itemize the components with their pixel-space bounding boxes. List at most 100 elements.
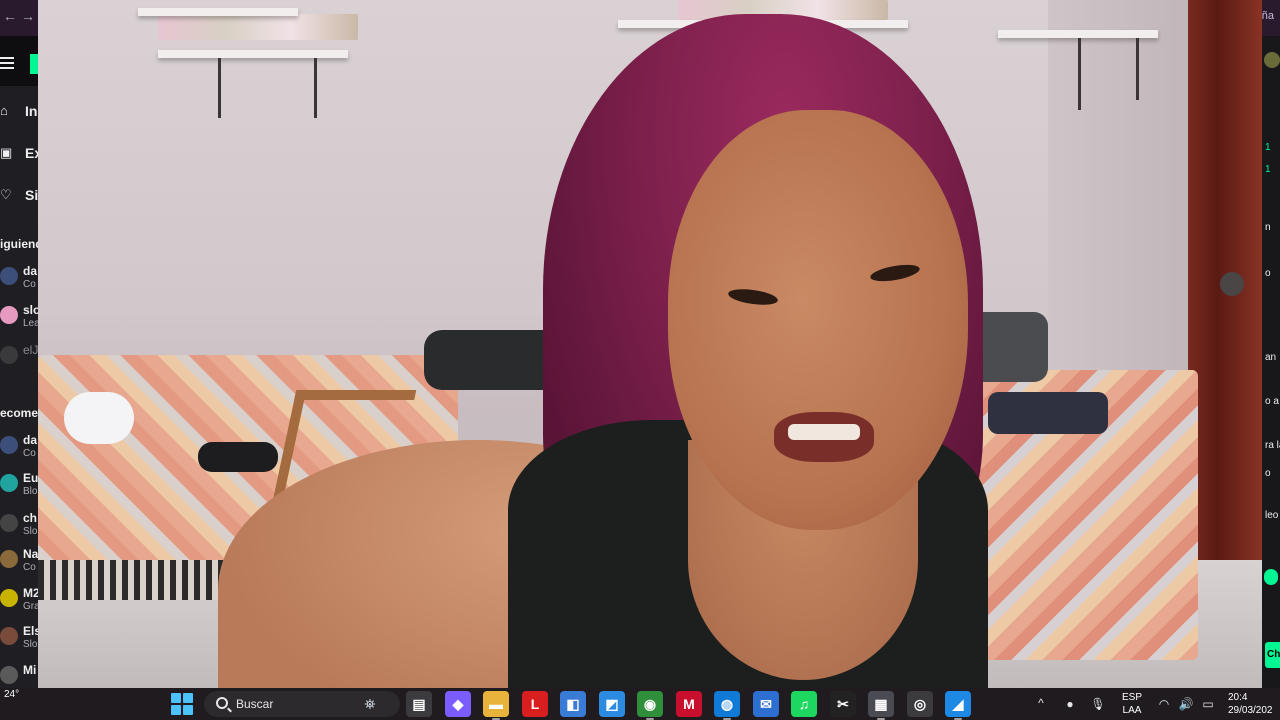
avatar bbox=[0, 666, 18, 684]
wall-shelf bbox=[138, 8, 298, 16]
avatar bbox=[1264, 52, 1280, 68]
channel-category: Co bbox=[23, 448, 36, 459]
person-face bbox=[668, 110, 968, 530]
channel-category: Slo bbox=[23, 639, 38, 650]
channel-name: Na bbox=[23, 547, 39, 561]
chevron-up-icon[interactable]: ^ bbox=[1034, 696, 1048, 710]
browse-icon: ▣ bbox=[0, 145, 13, 160]
avatar bbox=[0, 346, 18, 364]
volume-icon[interactable]: 🔊 bbox=[1178, 696, 1194, 712]
tab-title-fragment[interactable]: ña bbox=[1262, 10, 1274, 22]
chat-message-fragment: n bbox=[1265, 222, 1271, 233]
channel-item[interactable]: Mi bbox=[0, 662, 40, 688]
spotify-icon[interactable]: ♫ bbox=[791, 691, 817, 717]
heart-icon: ♡ bbox=[0, 187, 12, 202]
language-indicator[interactable]: ESP LAA bbox=[1118, 688, 1146, 720]
lexer-red-icon[interactable]: L bbox=[522, 691, 548, 717]
shelf-decor bbox=[158, 14, 358, 40]
channel-item[interactable]: ch Slo bbox=[0, 510, 40, 540]
system-clock[interactable]: 20:4 29/03/202 bbox=[1228, 688, 1280, 720]
channel-category: Blo bbox=[23, 486, 38, 497]
channel-name: elJ bbox=[23, 343, 39, 357]
white-cloth bbox=[64, 392, 134, 444]
taskbar-search[interactable]: Buscar ⛯ bbox=[204, 691, 400, 717]
menu-icon[interactable] bbox=[0, 57, 14, 71]
avatar bbox=[0, 306, 18, 324]
channel-item[interactable]: Na Co bbox=[0, 546, 40, 576]
mcafee-icon[interactable]: M bbox=[676, 691, 702, 717]
windows-taskbar: 24° Buscar ⛯ ▤ ◆ ▬ L ◧ ◩ ◉ M ◍ ✉ ♫ ✂ ▦ ◎ ◢ ^ ● 🎙 ◠ 🔊 ▭ ESP… bbox=[0, 688, 1280, 720]
start-button[interactable] bbox=[171, 693, 193, 715]
search-placeholder: Buscar bbox=[236, 697, 274, 711]
obs-icon[interactable]: ◎ bbox=[907, 691, 933, 717]
wall-shelf bbox=[998, 30, 1158, 38]
sidebar-item-home[interactable]: ⌂ In bbox=[0, 97, 40, 127]
bag-strap bbox=[988, 392, 1108, 434]
shelf-bracket bbox=[314, 58, 317, 118]
recommended-section-title: ecomen bbox=[0, 406, 40, 420]
task-view-icon[interactable]: ▤ bbox=[406, 691, 432, 717]
file-explorer-icon[interactable]: ▬ bbox=[483, 691, 509, 720]
channel-item[interactable]: slo Lea bbox=[0, 302, 40, 332]
sidebar-item-following[interactable]: ♡ Si bbox=[0, 181, 40, 211]
photo-editor-icon[interactable]: ◩ bbox=[599, 691, 625, 717]
copilot-icon[interactable]: ◆ bbox=[445, 691, 471, 717]
shelf-bracket bbox=[1136, 38, 1139, 100]
channel-category: Slo bbox=[23, 526, 38, 537]
webcam-video bbox=[38, 0, 1262, 688]
capcut-icon[interactable]: ✂ bbox=[830, 691, 856, 717]
sidebar-item-browse[interactable]: ▣ Ex bbox=[0, 139, 40, 169]
channel-name: ch bbox=[23, 511, 38, 525]
avatar bbox=[0, 267, 18, 285]
chat-message-fragment: o bbox=[1265, 268, 1271, 279]
black-object bbox=[198, 442, 278, 472]
chrome-icon[interactable]: ◉ bbox=[637, 691, 663, 720]
screenshot-icon[interactable]: ◢ bbox=[945, 691, 971, 720]
chat-send-button[interactable]: Ch bbox=[1265, 642, 1280, 668]
microphone-icon[interactable]: 🎙 bbox=[1090, 696, 1106, 712]
back-arrow-icon[interactable]: ← bbox=[2, 8, 18, 24]
channel-item[interactable]: M2 Gra bbox=[0, 585, 40, 615]
chat-message-fragment: o bbox=[1265, 468, 1271, 479]
clock-time: 20:4 bbox=[1228, 692, 1248, 703]
sidebar-item-label: In bbox=[25, 103, 38, 119]
avatar bbox=[0, 550, 18, 568]
channel-item[interactable]: Els Slo bbox=[0, 623, 40, 653]
chat-message-fragment: o a bbox=[1265, 396, 1279, 407]
home-icon: ⌂ bbox=[0, 103, 8, 118]
weather-widget[interactable]: 24° bbox=[4, 688, 28, 720]
channel-item[interactable]: da Co bbox=[0, 263, 40, 293]
chat-message-fragment: leo bbox=[1265, 510, 1279, 521]
edge-icon[interactable]: ◍ bbox=[714, 691, 740, 720]
keyboard-layout: LAA bbox=[1122, 705, 1142, 716]
channel-category: Co bbox=[23, 562, 36, 573]
chat-message-fragment: ra la bbox=[1265, 440, 1280, 451]
windows-logo-icon bbox=[171, 693, 181, 703]
shelf-bracket bbox=[218, 58, 221, 118]
door-knob bbox=[1220, 272, 1244, 296]
store-icon[interactable]: ◧ bbox=[560, 691, 586, 717]
chat-message-fragment: 1 bbox=[1265, 142, 1271, 153]
mail-icon[interactable]: ✉ bbox=[753, 691, 779, 717]
battery-icon[interactable]: ▭ bbox=[1200, 696, 1216, 712]
channel-category: Co bbox=[23, 279, 36, 290]
wifi-icon[interactable]: ◠ bbox=[1156, 696, 1172, 712]
twitch-logo-icon[interactable] bbox=[30, 54, 38, 74]
left-sidebar: ⌂ In ▣ Ex ♡ Si iguiendo da Co slo Lea el… bbox=[0, 86, 40, 688]
chat-panel: 1 1 n o an o a ra la o leo Ch bbox=[1262, 36, 1280, 688]
channel-name: Mi bbox=[23, 663, 37, 677]
channel-item[interactable]: da Co bbox=[0, 432, 40, 462]
stream-tool-icon[interactable]: ▦ bbox=[868, 691, 894, 720]
channel-name: da bbox=[23, 433, 38, 447]
app-tray-icon[interactable]: ● bbox=[1062, 696, 1078, 712]
search-icon bbox=[216, 697, 228, 709]
forward-arrow-icon[interactable]: → bbox=[20, 8, 36, 24]
following-section-title: iguiendo bbox=[0, 237, 40, 251]
avatar bbox=[0, 627, 18, 645]
points-badge-icon[interactable] bbox=[1264, 569, 1278, 585]
clock-date: 29/03/202 bbox=[1228, 705, 1273, 716]
channel-item[interactable]: elJ bbox=[0, 342, 40, 372]
weather-temperature: 24° bbox=[4, 689, 20, 700]
channel-item[interactable]: Eu Blo bbox=[0, 470, 40, 500]
avatar bbox=[0, 436, 18, 454]
